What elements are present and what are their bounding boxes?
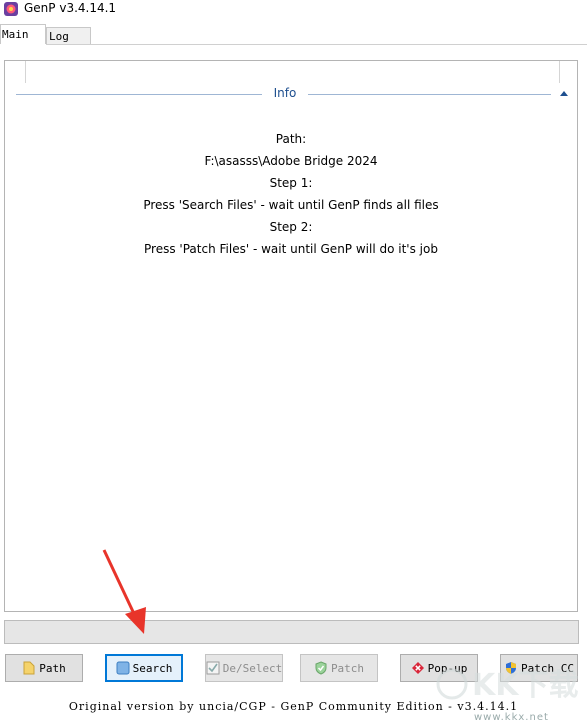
patch-button-label: Patch [330,661,365,675]
genp-app-icon [4,2,18,16]
info-step1-label: Step 1: [269,176,313,190]
tab-log[interactable]: Log [46,27,91,44]
window-title: GenP v3.4.14.1 [24,1,117,15]
search-button[interactable]: Search [105,654,183,682]
info-divider-left [16,94,262,95]
x-shield-icon [411,662,424,674]
progress-bar [4,620,579,644]
patch-button[interactable]: Patch [300,654,378,682]
info-step2-label: Step 2: [269,220,313,234]
info-step2-text: Press 'Patch Files' - wait until GenP wi… [144,242,438,256]
deselect-button-label: De/Select [222,661,283,675]
info-path-label: Path: [275,132,307,146]
title-bar: GenP v3.4.14.1 [0,0,587,20]
tab-main[interactable]: Main [0,24,46,44]
info-divider-right [308,94,551,95]
shield-check-icon [315,661,327,675]
path-button-label: Path [39,661,66,675]
annotation-arrow-icon [102,549,146,634]
folder-icon [23,661,35,675]
path-button[interactable]: Path [5,654,83,682]
info-group-label: Info [273,86,297,100]
checkbox-icon [206,661,220,675]
info-path-value: F:\asasss\Adobe Bridge 2024 [204,154,378,168]
svg-text:KK下载: KK下载 [472,668,579,703]
file-list-area[interactable] [25,61,560,83]
deselect-button[interactable]: De/Select [205,654,283,682]
search-icon [116,661,130,675]
tab-divider [46,44,587,45]
chevron-up-icon[interactable] [559,89,569,97]
tab-bar: Main Log [0,24,587,45]
watermark-url: www.kkx.net [474,712,549,723]
search-button-label: Search [132,661,173,675]
info-step1-text: Press 'Search Files' - wait until GenP f… [143,198,439,212]
